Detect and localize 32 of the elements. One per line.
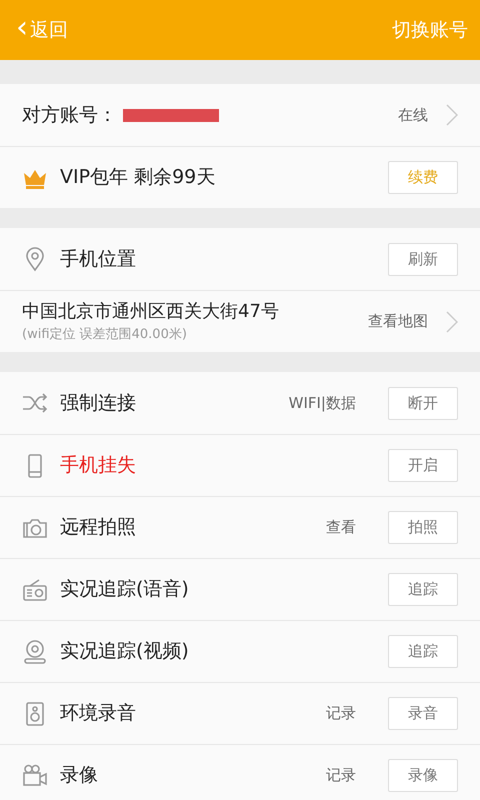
feature-link[interactable]: 查看	[326, 516, 356, 539]
location-detail-text: (wifi定位 误差范围40.00米)	[22, 326, 188, 344]
account-label: 对方账号：	[22, 102, 117, 128]
feature-link[interactable]: 记录	[326, 702, 356, 725]
action-button[interactable]: 拍照	[388, 511, 458, 544]
view-map-link[interactable]: 查看地图	[368, 310, 428, 333]
location-title: 手机位置	[60, 246, 137, 272]
feature-label: 实况追踪(语音)	[60, 577, 190, 602]
webcam-icon	[22, 638, 48, 664]
feature-link[interactable]: 记录	[326, 764, 356, 787]
action-button[interactable]: 开启	[388, 449, 458, 482]
back-icon: ‹	[16, 13, 28, 43]
action-button[interactable]: 追踪	[388, 573, 458, 606]
address-text: 中国北京市通州区西关大街47号	[22, 300, 280, 324]
radio-icon	[22, 576, 48, 602]
feature-label: 环境录音	[60, 701, 137, 726]
feature-label: 远程拍照	[60, 515, 137, 540]
feature-label: 手机挂失	[60, 453, 137, 478]
refresh-button[interactable]: 刷新	[388, 242, 458, 276]
action-button[interactable]: 录音	[388, 697, 458, 730]
feature-label: 实况追踪(视频)	[60, 639, 190, 664]
action-button[interactable]: 追踪	[388, 635, 458, 668]
status-text: 在线	[398, 104, 428, 126]
video-camera-icon	[22, 762, 48, 788]
chevron-icon	[446, 310, 458, 332]
feature-label: 录像	[60, 763, 99, 788]
vip-status-text: VIP包年 剩余99天	[60, 165, 216, 190]
feature-link[interactable]: WIFI|数据	[288, 392, 356, 414]
action-button[interactable]: 录像	[388, 759, 458, 792]
feature-label: 强制连接	[60, 390, 137, 416]
chevron-icon	[446, 104, 458, 126]
action-button[interactable]: 断开	[388, 386, 458, 420]
